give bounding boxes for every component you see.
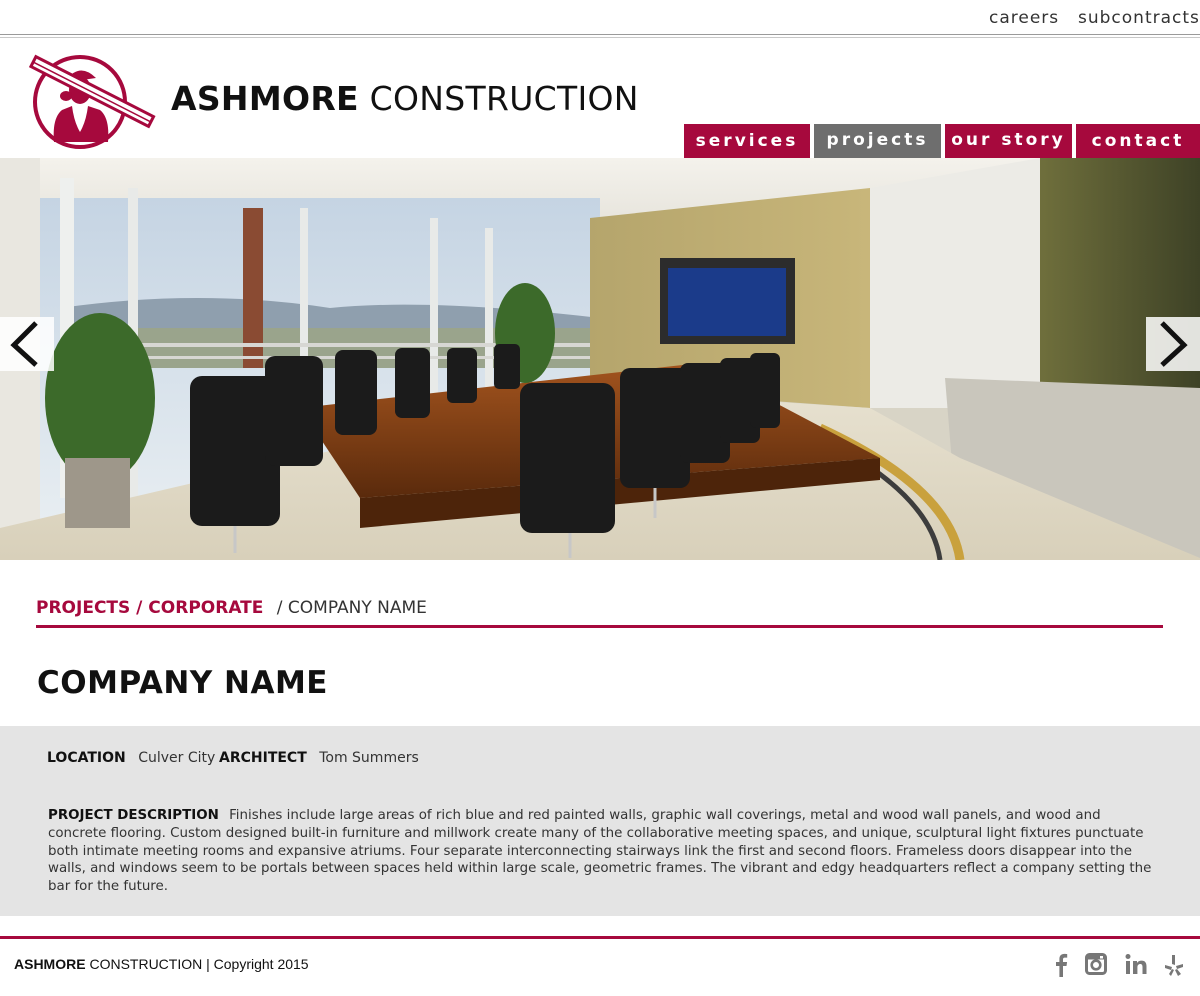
- project-location: LOCATION Culver City: [47, 750, 215, 766]
- footer-brand-rest: CONSTRUCTION | Copyright 2015: [85, 956, 309, 972]
- logo-text-bold: ASHMORE: [171, 79, 359, 118]
- nav-contact[interactable]: contact: [1076, 124, 1200, 158]
- nav-services[interactable]: services: [684, 124, 810, 158]
- nav-projects[interactable]: projects: [814, 124, 941, 158]
- linkedin-icon[interactable]: [1125, 953, 1149, 977]
- breadcrumb-divider: [36, 625, 1163, 628]
- breadcrumb-separator: /: [276, 598, 283, 618]
- project-architect: ARCHITECT Tom Summers: [219, 750, 419, 766]
- worker-carrying-beam-icon[interactable]: [22, 52, 158, 152]
- location-value: Culver City: [138, 750, 216, 766]
- project-info-panel: LOCATION Culver City ARCHITECT Tom Summe…: [0, 726, 1200, 916]
- page-title: COMPANY NAME: [37, 665, 328, 701]
- subcontracts-link[interactable]: subcontracts: [1078, 8, 1200, 28]
- utility-nav: careers subcontracts: [0, 0, 1200, 34]
- chevron-right-icon: [1160, 321, 1188, 367]
- hero-slideshow: [0, 158, 1200, 560]
- slideshow-prev-button[interactable]: [0, 317, 54, 371]
- nav-our-story[interactable]: our story: [945, 124, 1072, 158]
- breadcrumb: PROJECTS / CORPORATE / COMPANY NAME: [36, 598, 427, 618]
- architect-label: ARCHITECT: [219, 750, 307, 766]
- footer-brand-bold: ASHMORE: [14, 956, 86, 972]
- slideshow-next-button[interactable]: [1146, 317, 1200, 371]
- logo-text-light: CONSTRUCTION: [369, 79, 639, 118]
- breadcrumb-current: COMPANY NAME: [287, 598, 427, 618]
- breadcrumb-section-link[interactable]: PROJECTS / CORPORATE: [36, 598, 263, 618]
- careers-link[interactable]: careers: [989, 8, 1059, 28]
- chevron-left-icon: [10, 321, 38, 367]
- description-label: PROJECT DESCRIPTION: [48, 808, 219, 823]
- facebook-icon[interactable]: [1052, 953, 1070, 977]
- footer-divider: [0, 936, 1200, 939]
- company-logo-text[interactable]: ASHMORE CONSTRUCTION: [171, 79, 639, 118]
- location-label: LOCATION: [47, 750, 126, 766]
- header-divider: [0, 34, 1200, 38]
- instagram-icon[interactable]: [1085, 953, 1107, 977]
- project-description: PROJECT DESCRIPTION Finishes include lar…: [48, 807, 1163, 896]
- architect-value: Tom Summers: [319, 750, 419, 766]
- yelp-icon[interactable]: [1163, 953, 1185, 977]
- conference-room-photo: [0, 158, 1200, 560]
- footer-copyright: ASHMORE CONSTRUCTION | Copyright 2015: [14, 956, 309, 972]
